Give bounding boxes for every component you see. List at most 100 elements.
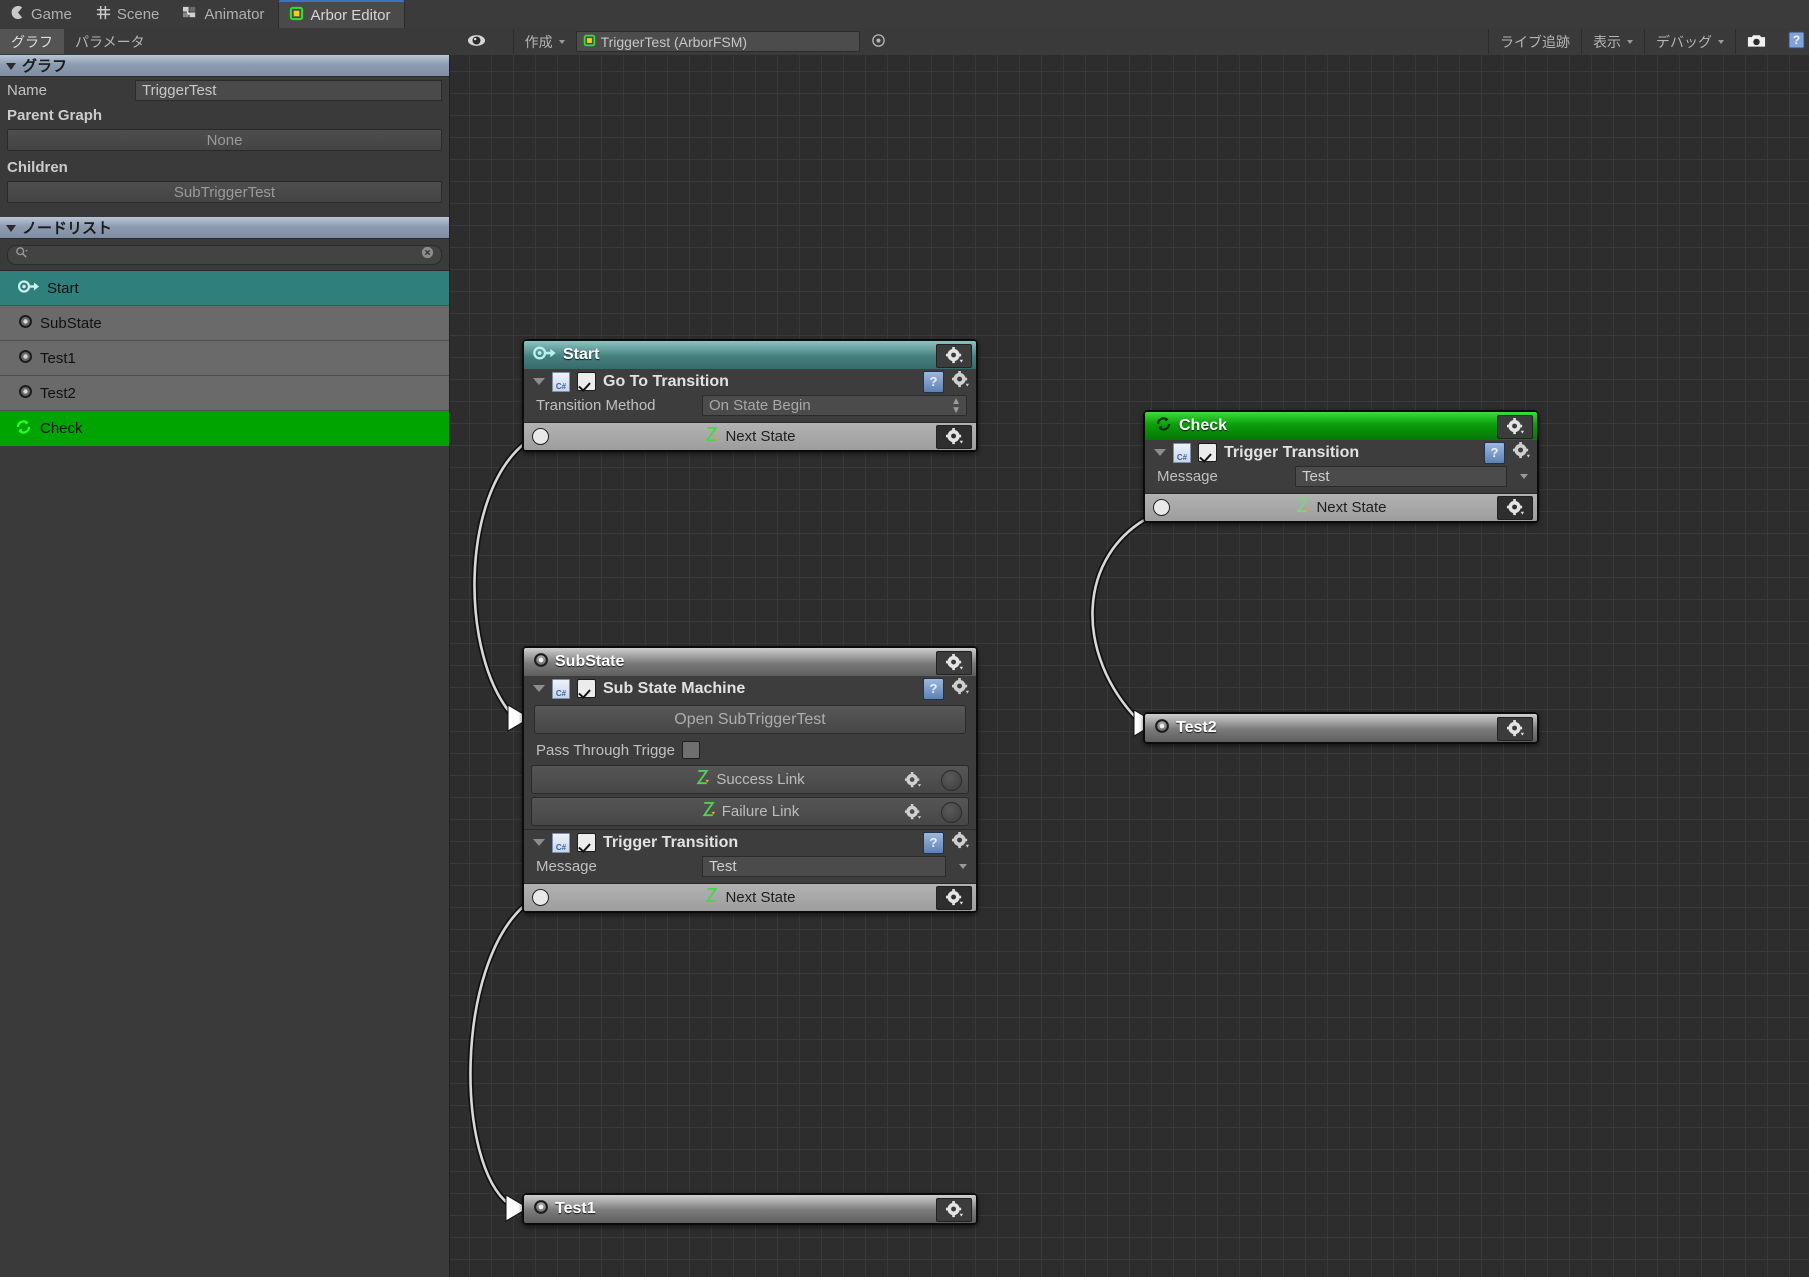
- live-tracking-button[interactable]: ライブ追跡: [1489, 29, 1581, 54]
- slot-next-state[interactable]: Next State: [1145, 493, 1537, 521]
- chevron-down-icon[interactable]: [1520, 474, 1528, 479]
- gear-icon[interactable]: [896, 801, 930, 823]
- debug-menu-button[interactable]: デバッグ: [1645, 29, 1735, 54]
- help-icon[interactable]: ?: [923, 371, 944, 393]
- link-connector-dot[interactable]: [941, 802, 962, 823]
- graph-node-test2[interactable]: Test2: [1143, 712, 1539, 744]
- link-success[interactable]: Success Link: [531, 765, 969, 794]
- gear-icon[interactable]: [951, 371, 970, 393]
- tab-arbor-editor[interactable]: Arbor Editor: [278, 0, 405, 28]
- csharp-icon: C#: [552, 833, 570, 853]
- message-input[interactable]: Test: [1295, 466, 1507, 487]
- node-list-item-check[interactable]: Check: [0, 411, 449, 446]
- display-menu-button[interactable]: 表示: [1582, 29, 1644, 54]
- target-select-button[interactable]: [860, 29, 897, 54]
- create-menu-button[interactable]: 作成: [514, 29, 576, 54]
- field-label: Message: [536, 858, 694, 875]
- display-menu-label: 表示: [1593, 32, 1621, 52]
- parent-graph-field[interactable]: None: [7, 129, 442, 151]
- transition-icon: [701, 801, 718, 822]
- node-header-start[interactable]: Start: [524, 341, 976, 369]
- behaviour-enabled-checkbox[interactable]: [577, 679, 596, 698]
- gear-icon[interactable]: [1497, 496, 1533, 520]
- tab-scene[interactable]: Scene: [86, 1, 174, 28]
- chevron-down-icon[interactable]: [533, 378, 545, 385]
- search-input[interactable]: [7, 245, 442, 265]
- node-header-check[interactable]: Check: [1145, 412, 1537, 440]
- graph-node-start[interactable]: Start C# Go To Transition ? Trans: [522, 339, 978, 452]
- graph-node-test1[interactable]: Test1: [522, 1193, 978, 1225]
- gear-icon[interactable]: [896, 769, 930, 791]
- chevron-down-icon: [6, 63, 16, 70]
- chevron-down-icon[interactable]: [959, 864, 967, 869]
- link-failure[interactable]: Failure Link: [531, 797, 969, 826]
- tab-animator[interactable]: Animator: [173, 1, 278, 28]
- behaviour-enabled-checkbox[interactable]: [577, 833, 596, 852]
- graph-node-check[interactable]: Check C# Trigger Transition ? Mes: [1143, 410, 1539, 523]
- node-list-item-test2[interactable]: Test2: [0, 376, 449, 411]
- gear-icon[interactable]: [936, 1198, 972, 1222]
- gear-icon[interactable]: [936, 344, 972, 368]
- graph-section-header[interactable]: グラフ: [0, 55, 449, 77]
- message-input[interactable]: Test: [702, 856, 946, 877]
- slot-next-state[interactable]: Next State: [524, 883, 976, 911]
- toolbar-tab-graph[interactable]: グラフ: [0, 29, 64, 54]
- node-body-start: C# Go To Transition ? Transition Method …: [524, 369, 976, 450]
- transition-method-dropdown[interactable]: On State Begin ▲▼: [702, 395, 967, 416]
- field-label: Transition Method: [536, 397, 694, 414]
- node-header-test2[interactable]: Test2: [1145, 714, 1537, 742]
- node-header-test1[interactable]: Test1: [524, 1195, 976, 1223]
- state-node-icon: [18, 314, 33, 333]
- node-list-item-start[interactable]: Start: [0, 271, 449, 306]
- open-subgraph-button[interactable]: Open SubTriggerTest: [534, 705, 966, 734]
- gear-icon[interactable]: [951, 678, 970, 700]
- behaviour-trigger-transition[interactable]: C# Trigger Transition ?: [524, 830, 976, 855]
- eye-toggle-button[interactable]: [456, 29, 497, 54]
- live-tracking-label: ライブ追跡: [1500, 32, 1570, 52]
- behaviour-go-to-transition[interactable]: C# Go To Transition ?: [524, 369, 976, 394]
- behaviour-enabled-checkbox[interactable]: [1198, 443, 1217, 462]
- node-list-item-test1[interactable]: Test1: [0, 341, 449, 376]
- pass-through-checkbox[interactable]: [682, 741, 700, 759]
- scene-icon: [96, 5, 111, 24]
- toolbar-tab-graph-label: グラフ: [11, 32, 53, 52]
- node-list-item-substate[interactable]: SubState: [0, 306, 449, 341]
- slot-next-state[interactable]: Next State: [524, 422, 976, 450]
- animator-icon: [183, 5, 198, 24]
- gear-icon[interactable]: [1497, 415, 1533, 439]
- chevron-down-icon[interactable]: [533, 685, 545, 692]
- behaviour-enabled-checkbox[interactable]: [577, 372, 596, 391]
- gear-icon[interactable]: [936, 886, 972, 910]
- gear-icon[interactable]: [1512, 442, 1531, 464]
- behaviour-sub-state-machine[interactable]: C# Sub State Machine ?: [524, 676, 976, 701]
- help-icon[interactable]: ?: [1484, 442, 1505, 464]
- create-menu-label: 作成: [525, 32, 553, 52]
- tab-game[interactable]: Game: [0, 1, 86, 28]
- chevron-down-icon[interactable]: [1154, 449, 1166, 456]
- gear-icon[interactable]: [951, 832, 970, 854]
- link-connector-dot[interactable]: [941, 770, 962, 791]
- clear-icon[interactable]: [421, 246, 434, 263]
- toolbar-tab-parameter-label: パラメータ: [75, 32, 145, 52]
- graph-object-field[interactable]: TriggerTest (ArborFSM): [576, 31, 860, 52]
- gear-icon[interactable]: [936, 651, 972, 675]
- graph-name-input[interactable]: TriggerTest: [135, 80, 442, 101]
- nodelist-section-header[interactable]: ノードリスト: [0, 217, 449, 239]
- node-title: Test2: [1176, 719, 1217, 737]
- screenshot-button[interactable]: [1736, 29, 1777, 54]
- chevron-down-icon[interactable]: [533, 839, 545, 846]
- toolbar-tab-parameter[interactable]: パラメータ: [64, 29, 156, 54]
- help-button[interactable]: ?: [1777, 29, 1809, 54]
- graph-node-substate[interactable]: SubState C# Sub State Machine ? Open Sub…: [522, 646, 978, 913]
- graph-canvas[interactable]: Start C# Go To Transition ? Trans: [450, 55, 1809, 1277]
- help-icon[interactable]: ?: [923, 678, 944, 700]
- child-graph-field[interactable]: SubTriggerTest: [7, 181, 442, 203]
- help-icon[interactable]: ?: [923, 832, 944, 854]
- children-row: Children: [0, 155, 449, 179]
- link-label: Failure Link: [722, 803, 800, 820]
- gear-icon[interactable]: [1497, 717, 1533, 741]
- node-header-substate[interactable]: SubState: [524, 648, 976, 676]
- node-list: Start SubState Test1 Test2: [0, 270, 449, 446]
- behaviour-trigger-transition[interactable]: C# Trigger Transition ?: [1145, 440, 1537, 465]
- gear-icon[interactable]: [936, 425, 972, 449]
